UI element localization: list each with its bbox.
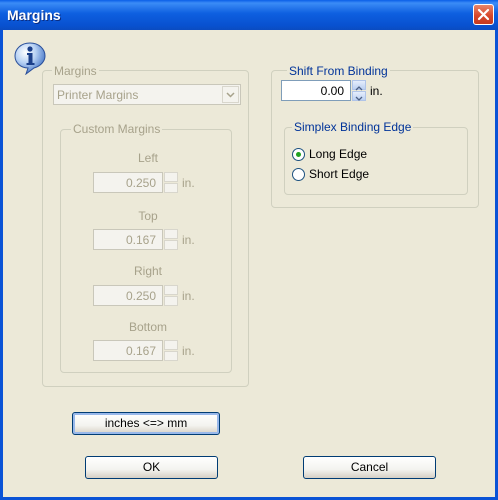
cancel-button[interactable]: Cancel [303,456,436,479]
spin-down-icon[interactable] [352,91,366,101]
top-margin-spinner[interactable] [164,229,178,250]
left-margin-spinner[interactable] [164,172,178,193]
close-icon [477,8,490,21]
spin-up-icon[interactable] [352,80,366,91]
bottom-margin-label: Bottom [128,320,167,334]
spin-down-icon[interactable] [164,240,178,250]
custom-margins-group-label: Custom Margins [71,122,163,136]
top-margin-label: Top [138,209,158,223]
left-margin-label: Left [137,151,158,165]
custom-margins-group [60,129,232,373]
spin-up-icon[interactable] [164,285,178,295]
bottom-margin-spinner[interactable] [164,340,178,361]
spin-up-icon[interactable] [164,229,178,239]
margins-dialog: Margins Margins Printer Margins Custom M… [0,0,498,500]
shift-unit: in. [370,84,383,98]
margin-preset-value: Printer Margins [57,88,139,102]
simplex-binding-edge-label: Simplex Binding Edge [292,120,414,134]
title-bar: Margins [0,0,498,30]
spin-down-icon[interactable] [164,351,178,361]
window-title: Margins [7,7,61,23]
simplex-binding-edge-group [284,127,468,195]
bottom-margin-unit: in. [182,344,195,358]
margin-preset-select[interactable]: Printer Margins [53,84,241,105]
close-button[interactable] [473,4,494,25]
bottom-margin-input[interactable]: 0.167 [93,340,163,361]
long-edge-label[interactable]: Long Edge [309,147,367,161]
info-icon [14,42,46,75]
left-margin-unit: in. [182,176,195,190]
long-edge-radio[interactable] [292,148,305,161]
left-margin-input[interactable]: 0.250 [93,172,163,193]
ok-button[interactable]: OK [85,456,218,479]
spin-down-icon[interactable] [164,296,178,306]
inches-mm-toggle-button[interactable]: inches <=> mm [72,412,220,435]
right-margin-spinner[interactable] [164,285,178,306]
top-margin-unit: in. [182,233,195,247]
short-edge-label[interactable]: Short Edge [309,167,369,181]
right-margin-input[interactable]: 0.250 [93,285,163,306]
shift-from-binding-label: Shift From Binding [287,64,390,78]
spin-up-icon[interactable] [164,340,178,350]
short-edge-radio[interactable] [292,168,305,181]
shift-value-input[interactable]: 0.00 [281,80,351,101]
spin-down-icon[interactable] [164,183,178,193]
shift-value-spinner[interactable] [352,80,366,101]
margins-group-label: Margins [52,64,99,78]
chevron-down-icon[interactable] [222,86,239,103]
top-margin-input[interactable]: 0.167 [93,229,163,250]
right-margin-unit: in. [182,289,195,303]
radio-selected-dot [296,152,301,157]
right-margin-label: Right [133,264,162,278]
spin-up-icon[interactable] [164,172,178,182]
